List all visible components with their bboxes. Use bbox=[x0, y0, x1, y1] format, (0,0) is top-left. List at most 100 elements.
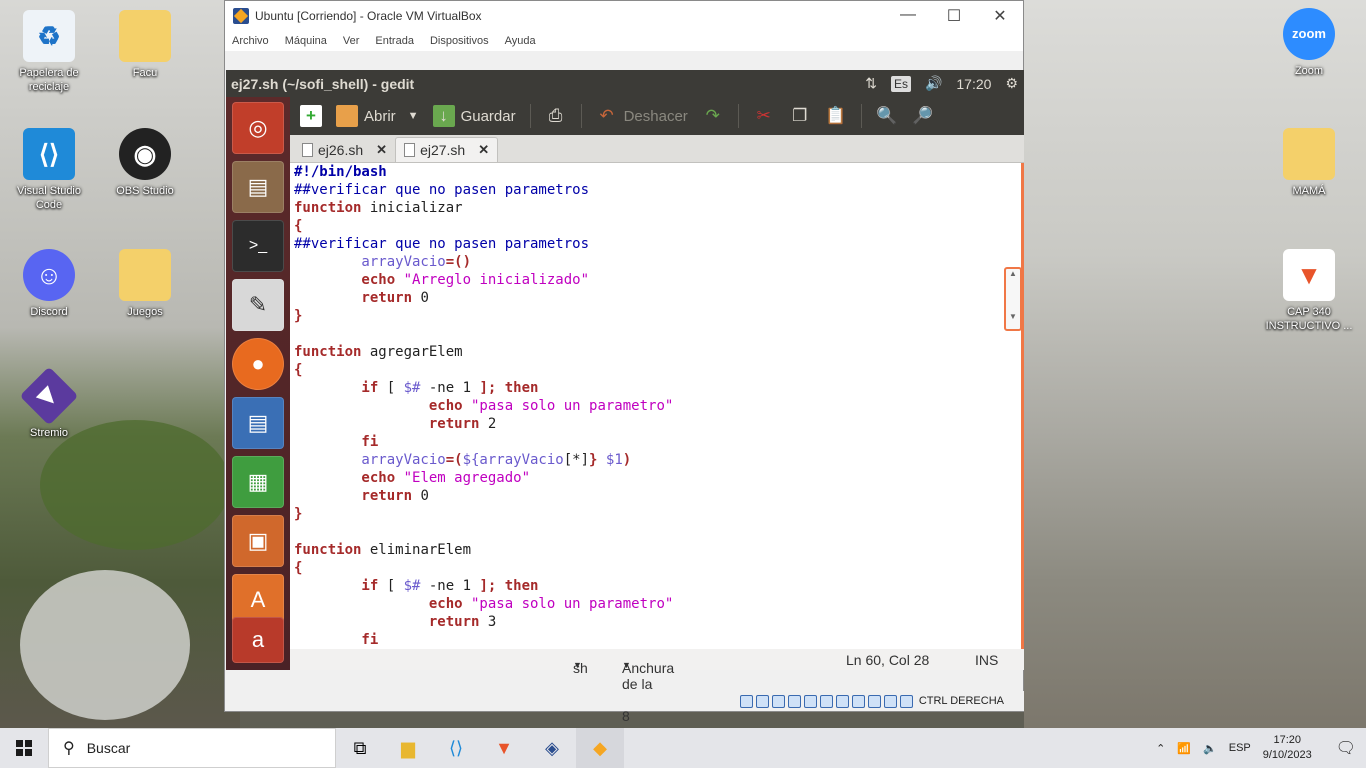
close-button[interactable]: ✕ bbox=[977, 6, 1023, 26]
minimize-button[interactable]: — bbox=[885, 6, 931, 26]
desktop-icon-juegos[interactable]: Juegos bbox=[100, 249, 190, 319]
menu-maquina[interactable]: Máquina bbox=[285, 35, 327, 47]
desktop-icon-zoom[interactable]: zoom Zoom bbox=[1264, 8, 1354, 78]
close-tab-icon[interactable]: ✕ bbox=[478, 142, 489, 158]
code-line: ##verificar que no pasen parametros bbox=[294, 181, 1024, 199]
code-token: =( bbox=[445, 452, 463, 468]
chevron-down-icon[interactable]: ▼ bbox=[1006, 312, 1020, 321]
print-button[interactable]: ⎙ bbox=[545, 105, 567, 127]
terminal-icon[interactable]: >_ bbox=[232, 220, 284, 272]
ubuntu-clock[interactable]: 17:20 bbox=[956, 76, 991, 92]
new-document-button[interactable]: + bbox=[300, 105, 322, 127]
libreoffice-impress-icon[interactable]: ▣ bbox=[232, 515, 284, 567]
usb-icon[interactable] bbox=[803, 694, 817, 708]
new-document-icon: + bbox=[300, 105, 322, 127]
speaker-icon[interactable]: 🔈 bbox=[1203, 742, 1217, 755]
code-token: -ne 1 bbox=[420, 578, 480, 594]
network-icon[interactable] bbox=[787, 694, 801, 708]
virtualbox-titlebar[interactable]: Ubuntu [Corriendo] - Oracle VM VirtualBo… bbox=[225, 1, 1023, 31]
desktop-icon-mama[interactable]: MAMÁ bbox=[1264, 128, 1354, 198]
desktop-icon-facu[interactable]: Facu bbox=[100, 10, 190, 80]
find-button[interactable]: 🔍 bbox=[876, 105, 898, 127]
menu-dispositivos[interactable]: Dispositivos bbox=[430, 35, 489, 47]
scrollbar-thumb[interactable]: ▲ ▼ bbox=[1004, 267, 1022, 331]
vscode-taskbar-icon[interactable]: ⟨⟩ bbox=[432, 728, 480, 768]
maximize-button[interactable]: ☐ bbox=[931, 6, 977, 26]
virtualbox-taskbar-icon[interactable]: ◈ bbox=[528, 728, 576, 768]
network-arrows-icon[interactable]: ⇅ bbox=[865, 75, 877, 92]
gear-icon[interactable]: ⚙ bbox=[1005, 75, 1018, 92]
code-token: ##verificar que no pasen parametros bbox=[294, 236, 590, 252]
desktop-icon-cap340[interactable]: ▼ CAP 340 INSTRUCTIVO ... bbox=[1264, 249, 1354, 333]
keyboard-capture-icon[interactable] bbox=[899, 694, 913, 708]
virtualbox-window: Ubuntu [Corriendo] - Oracle VM VirtualBo… bbox=[224, 0, 1024, 724]
chevron-up-icon[interactable]: ⌃ bbox=[1156, 742, 1165, 755]
menu-archivo[interactable]: Archivo bbox=[232, 35, 269, 47]
chevron-down-icon[interactable]: ▼ bbox=[408, 110, 419, 122]
code-editor[interactable]: #!/bin/bash ##verificar que no pasen para… bbox=[290, 163, 1024, 649]
display-icon[interactable] bbox=[835, 694, 849, 708]
tab-ej26[interactable]: ej26.sh ✕ bbox=[294, 137, 395, 162]
mouse-integration-icon[interactable] bbox=[883, 694, 897, 708]
desktop-icon-discord[interactable]: ☺ Discord bbox=[4, 249, 94, 319]
virtualbox-vm-taskbar-icon[interactable]: ◆ bbox=[576, 728, 624, 768]
search-icon: ⚲ bbox=[63, 740, 75, 757]
scrollbar-track[interactable] bbox=[1021, 163, 1024, 649]
open-button[interactable]: Abrir ▼ bbox=[336, 105, 419, 127]
copy-button[interactable]: ❐ bbox=[789, 105, 811, 127]
save-label: Guardar bbox=[460, 107, 516, 125]
chevron-up-icon[interactable]: ▲ bbox=[1006, 269, 1020, 278]
files-icon[interactable]: ▤ bbox=[232, 161, 284, 213]
scissors-icon: ✂ bbox=[756, 106, 771, 125]
hdd-icon[interactable] bbox=[739, 694, 753, 708]
desktop-icon-label: Zoom bbox=[1294, 65, 1324, 77]
code-token: if bbox=[294, 578, 379, 594]
ubuntu-dash-icon[interactable]: ◎ bbox=[232, 102, 284, 154]
keyboard-layout-indicator[interactable]: Es bbox=[890, 75, 911, 92]
document-tabs: ej26.sh ✕ ej27.sh ✕ bbox=[290, 135, 1024, 163]
recording-icon[interactable] bbox=[851, 694, 865, 708]
audio-icon[interactable] bbox=[771, 694, 785, 708]
tab-ej27[interactable]: ej27.sh ✕ bbox=[395, 137, 499, 162]
undo-button[interactable]: ↶ Deshacer bbox=[596, 105, 687, 127]
code-token: ]; bbox=[479, 380, 497, 396]
cpu-icon[interactable] bbox=[867, 694, 881, 708]
code-line: return 2 bbox=[294, 415, 1024, 433]
desktop-icon-stremio[interactable]: ▶ Stremio bbox=[4, 366, 94, 440]
wifi-icon[interactable]: 📶 bbox=[1177, 742, 1191, 755]
code-token: agregarElem bbox=[361, 344, 463, 360]
redo-button[interactable]: ↷ bbox=[702, 105, 724, 127]
desktop-icon-recycle-bin[interactable]: ♻ Papelera de reciclaje bbox=[4, 10, 94, 94]
code-line: } bbox=[294, 505, 1024, 523]
replace-button[interactable]: 🔎 bbox=[912, 105, 934, 127]
input-language[interactable]: ESP bbox=[1229, 742, 1251, 754]
menu-ayuda[interactable]: Ayuda bbox=[505, 35, 536, 47]
brave-icon[interactable]: ▼ bbox=[480, 728, 528, 768]
taskbar-clock[interactable]: 17:20 9/10/2023 bbox=[1263, 733, 1312, 763]
paste-button[interactable]: 📋 bbox=[825, 105, 847, 127]
volume-icon[interactable]: 🔊 bbox=[925, 75, 942, 92]
code-token: { bbox=[294, 218, 303, 234]
close-tab-icon[interactable]: ✕ bbox=[376, 142, 387, 158]
optical-drive-icon[interactable] bbox=[755, 694, 769, 708]
notifications-icon[interactable]: 🗨 bbox=[1336, 738, 1356, 758]
save-button[interactable]: ↓ Guardar bbox=[432, 105, 516, 127]
libreoffice-writer-icon[interactable]: ▤ bbox=[232, 397, 284, 449]
code-token: =() bbox=[445, 254, 472, 270]
text-editor-icon[interactable]: ✎ bbox=[232, 279, 284, 331]
menu-entrada[interactable]: Entrada bbox=[375, 35, 414, 47]
desktop-icon-label: Papelera de reciclaje bbox=[19, 67, 79, 93]
cut-button[interactable]: ✂ bbox=[753, 105, 775, 127]
menu-ver[interactable]: Ver bbox=[343, 35, 360, 47]
start-button[interactable] bbox=[0, 728, 48, 768]
file-explorer-icon[interactable]: ▆ bbox=[384, 728, 432, 768]
search-box[interactable]: ⚲ Buscar bbox=[48, 728, 336, 768]
amazon-icon[interactable]: a bbox=[232, 617, 284, 663]
task-view-icon[interactable]: ⧉ bbox=[336, 728, 384, 768]
firefox-icon[interactable]: ● bbox=[232, 338, 284, 390]
code-token: function bbox=[294, 542, 362, 558]
libreoffice-calc-icon[interactable]: ▦ bbox=[232, 456, 284, 508]
desktop-icon-vscode[interactable]: ⟨⟩ Visual Studio Code bbox=[4, 128, 94, 212]
shared-folders-icon[interactable] bbox=[819, 694, 833, 708]
desktop-icon-obs[interactable]: ◉ OBS Studio bbox=[100, 128, 190, 198]
